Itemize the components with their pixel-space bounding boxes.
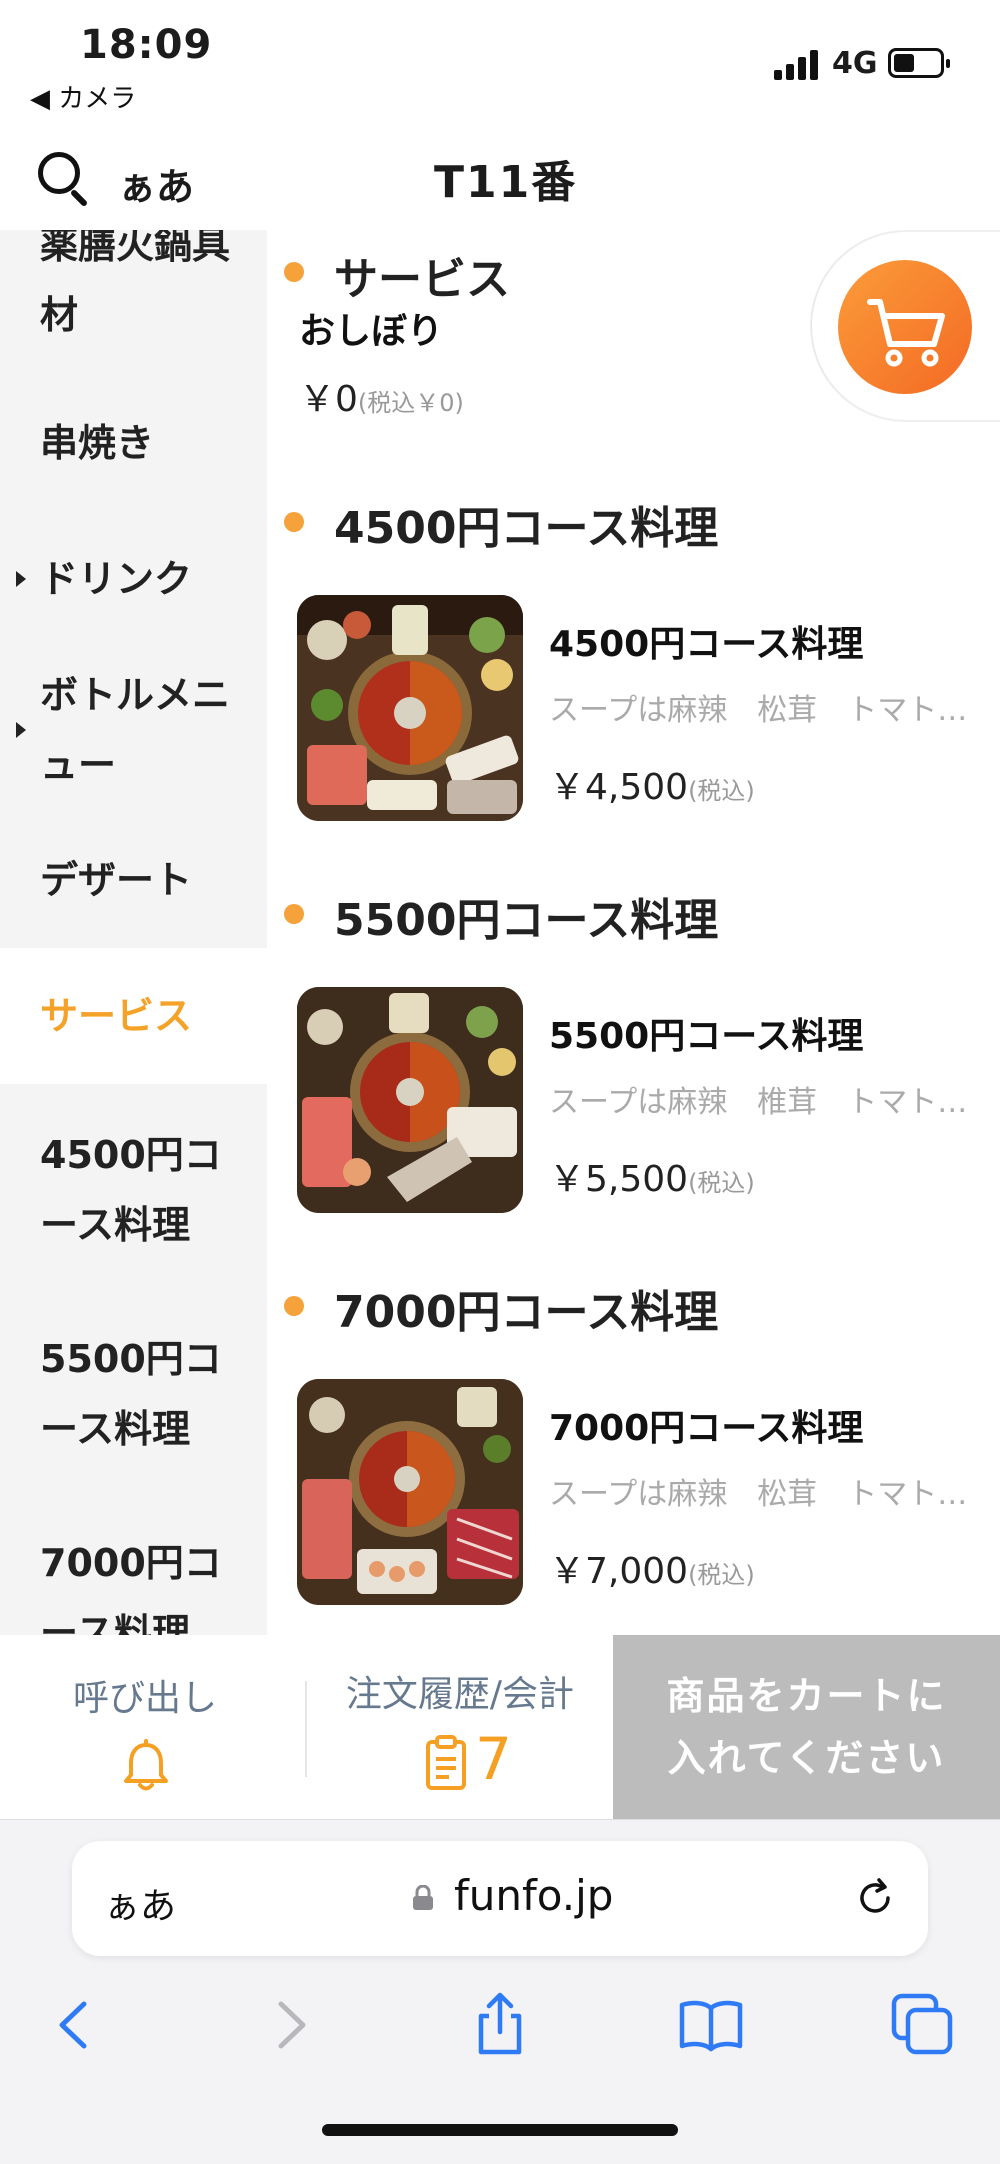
section-course-5500: 5500円コース料理 5500円コース料理 スープは麻辣 椎茸 トマト… ￥5,… — [267, 882, 1000, 1272]
clipboard-icon — [426, 1735, 466, 1790]
sidebar-item-course-7000[interactable]: 7000円コース料理 — [0, 1528, 267, 1635]
course-photo[interactable] — [297, 987, 523, 1213]
address-bar[interactable]: ぁあ funfo.jp — [72, 1841, 928, 1956]
sidebar-item-course-4500[interactable]: 4500円コース料理 — [0, 1120, 267, 1260]
expand-triangle-icon — [16, 571, 26, 587]
item-price: ￥4,500(税込) — [549, 758, 755, 810]
sidebar-item-label: 薬膳火鍋具材 — [40, 230, 231, 337]
lock-icon — [413, 1885, 433, 1910]
add-to-cart-line2: 入れてください — [667, 1736, 946, 1780]
bell-icon — [124, 1739, 168, 1791]
sidebar-item-label: サービス — [40, 994, 193, 1038]
price-value: ￥0 — [299, 379, 358, 420]
expand-triangle-icon — [16, 722, 26, 738]
reload-icon[interactable] — [852, 1875, 898, 1921]
section-title: 4500円コース料理 — [334, 503, 719, 554]
add-to-cart-button[interactable]: 商品をカートに 入れてください — [613, 1635, 1000, 1819]
section-course-4500: 4500円コース料理 4500円コース料理 スープは麻辣 松茸 トマト… ￥4,… — [267, 490, 1000, 880]
forward-arrow-icon[interactable] — [255, 1990, 325, 2060]
order-history-button[interactable]: 注文履歴/会計 7 — [307, 1635, 613, 1819]
course-photo[interactable] — [297, 1379, 523, 1605]
share-icon[interactable] — [465, 1990, 535, 2060]
section-bullet — [284, 512, 304, 532]
section-title: サービス — [334, 254, 510, 305]
sidebar-item-label: ボトルメニュー — [40, 673, 231, 787]
item-name: 4500円コース料理 — [549, 624, 864, 665]
search-icon[interactable] — [38, 152, 90, 208]
item-name: おしぼり — [299, 311, 444, 352]
item-description: スープは麻辣 椎茸 トマト… — [549, 1085, 968, 1120]
browser-toolbar: ぁあ funfo.jp — [0, 1819, 1000, 2164]
sidebar-item-service[interactable]: サービス — [0, 948, 267, 1084]
item-description: スープは麻辣 松茸 トマト… — [549, 1477, 968, 1512]
tabs-icon[interactable] — [888, 1990, 958, 2060]
sidebar-item-label: ドリンク — [40, 557, 193, 601]
app-header: ぁあ T11番 — [0, 130, 1000, 230]
tax-note: (税込) — [688, 1561, 755, 1589]
item-name: 5500円コース料理 — [549, 1016, 864, 1057]
course-photo[interactable] — [297, 595, 523, 821]
cart-button[interactable] — [838, 260, 972, 394]
item-price: ￥5,500(税込) — [549, 1150, 755, 1202]
sidebar-item-skewers[interactable]: 串焼き — [0, 408, 267, 478]
page-title: T11番 — [434, 157, 578, 208]
sidebar-item-label: デザート — [40, 858, 193, 902]
add-to-cart-line1: 商品をカートに — [666, 1674, 947, 1718]
bottom-action-bar: 呼び出し 注文履歴/会計 7 商品をカートに 入れてください — [0, 1635, 1000, 1819]
call-staff-label: 呼び出し — [72, 1678, 217, 1719]
sidebar-item-drinks[interactable]: ドリンク — [0, 544, 267, 614]
sidebar-item-course-5500[interactable]: 5500円コース料理 — [0, 1324, 267, 1464]
sidebar-item-label: 串焼き — [40, 421, 155, 465]
item-description: スープは麻辣 松茸 トマト… — [549, 693, 968, 728]
cart-icon — [867, 299, 945, 367]
home-indicator[interactable] — [322, 2124, 678, 2136]
bookmarks-icon[interactable] — [676, 1990, 746, 2060]
price-value: ￥7,000 — [549, 1551, 689, 1592]
section-bullet — [284, 262, 304, 282]
price-value: ￥5,500 — [549, 1159, 689, 1200]
sidebar-item-herbal-hotpot[interactable]: 薬膳火鍋具材 — [0, 230, 267, 350]
sidebar-item-dessert[interactable]: デザート — [0, 845, 267, 915]
category-sidebar[interactable]: 薬膳火鍋具材 串焼き ドリンク ボトルメニュー デザート サービス 4500円コ… — [0, 230, 267, 1635]
url-host: funfo.jp — [454, 1871, 614, 1920]
signal-icon — [774, 48, 820, 80]
sidebar-item-label: 7000円コース料理 — [40, 1541, 222, 1635]
battery-icon — [888, 48, 950, 78]
section-bullet — [284, 1296, 304, 1316]
sidebar-item-bottle-menu[interactable]: ボトルメニュー — [0, 660, 267, 800]
status-bar: 18:09 ◀ カメラ 4G — [0, 0, 1000, 130]
status-time: 18:09 — [80, 22, 213, 68]
menu-list[interactable]: サービス おしぼり ￥0(税込￥0) 4500円コース料理 4500円コース料理… — [267, 230, 1000, 1635]
tax-note: (税込￥0) — [357, 389, 464, 417]
tax-note: (税込) — [688, 777, 755, 805]
back-to-camera-link[interactable]: ◀ カメラ — [30, 78, 136, 115]
sidebar-item-label: 5500円コース料理 — [40, 1337, 222, 1451]
text-size-button[interactable]: ぁあ — [118, 156, 194, 211]
order-history-label: 注文履歴/会計 — [345, 1674, 575, 1715]
cart-float-container — [812, 232, 1000, 420]
section-course-7000: 7000円コース料理 7000円コース料理 スープは麻辣 松茸 トマト… ￥7,… — [267, 1274, 1000, 1635]
section-bullet — [284, 904, 304, 924]
reader-text-size-button[interactable]: ぁあ — [104, 1877, 176, 1929]
call-staff-button[interactable]: 呼び出し — [0, 1635, 305, 1819]
sidebar-item-label: 4500円コース料理 — [40, 1133, 222, 1247]
section-title: 7000円コース料理 — [334, 1287, 719, 1338]
back-arrow-icon[interactable] — [40, 1990, 110, 2060]
item-price: ￥0(税込￥0) — [299, 370, 464, 422]
section-title: 5500円コース料理 — [334, 895, 719, 946]
price-value: ￥4,500 — [549, 767, 689, 808]
tax-note: (税込) — [688, 1169, 755, 1197]
item-price: ￥7,000(税込) — [549, 1542, 755, 1594]
item-name: 7000円コース料理 — [549, 1408, 864, 1449]
network-type: 4G — [832, 46, 878, 81]
order-count: 7 — [475, 1725, 512, 1793]
